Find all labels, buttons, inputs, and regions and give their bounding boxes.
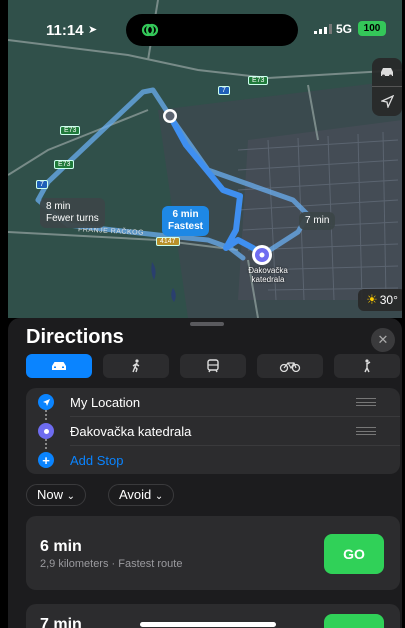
bike-icon (279, 362, 301, 372)
route-label-note: Fastest (168, 221, 204, 232)
mode-drive[interactable] (26, 354, 92, 378)
rideshare-icon (364, 359, 371, 373)
route-label-time: 6 min (172, 209, 199, 220)
status-bar: 11:14 ➤ 5G 100 (8, 0, 402, 54)
add-stop-label: Add Stop (70, 452, 124, 468)
destination-label: Đakovačka katedrala (248, 266, 288, 284)
road-shield: 7 (218, 86, 230, 95)
navigation-activity-icon (141, 23, 159, 37)
route-label-note: Fewer turns (46, 213, 99, 224)
chip-label: Avoid (119, 487, 152, 502)
directions-sheet: Directions ✕ My Location Đakovačka kated… (8, 318, 402, 628)
route-duration: 7 min (40, 616, 82, 628)
road-shield: E73 (54, 160, 75, 169)
route-duration: 6 min (40, 538, 82, 555)
reorder-handle-icon[interactable] (356, 398, 376, 406)
road-shield: E73 (248, 76, 269, 85)
temperature: 30° (379, 293, 398, 307)
car-icon (381, 68, 393, 78)
waypoint-destination[interactable]: Đakovačka katedrala (26, 417, 400, 445)
transit-icon (207, 359, 219, 373)
route-detail: 2,9 kilometers · Fastest route (40, 558, 183, 570)
waypoint-label: Đakovačka katedrala (70, 423, 192, 439)
weather-badge: ☀ 30° (358, 289, 402, 311)
chip-label: Now (37, 487, 64, 502)
mode-rideshare[interactable] (334, 354, 400, 378)
clock: 11:14 (46, 22, 84, 39)
go-button[interactable] (324, 614, 384, 628)
close-button[interactable]: ✕ (371, 328, 395, 352)
waypoint-origin[interactable]: My Location (26, 388, 400, 416)
road-shield: 4147 (156, 237, 180, 246)
mode-cycle[interactable] (257, 354, 323, 378)
transport-modes (26, 354, 400, 380)
waypoint-label: My Location (70, 394, 141, 410)
route-label-fastest[interactable]: 6 min Fastest (162, 206, 210, 236)
sheet-grabber[interactable] (190, 322, 224, 326)
map-controls (372, 58, 402, 116)
location-button[interactable] (372, 87, 402, 116)
road-shield: E73 (60, 126, 81, 135)
go-button[interactable]: GO (324, 534, 384, 574)
plus-icon: + (38, 452, 54, 468)
location-arrow-icon (380, 95, 394, 108)
home-indicator[interactable] (140, 622, 276, 627)
close-icon: ✕ (377, 332, 389, 347)
add-stop-button[interactable]: + Add Stop (26, 446, 400, 474)
route-label-time: 7 min (305, 215, 330, 226)
avoid-chip[interactable]: Avoid ⌄ (108, 484, 175, 506)
location-services-icon: ➤ (88, 24, 98, 36)
battery-indicator: 100 (358, 21, 386, 36)
route-label-alternate-2[interactable]: 7 min (299, 212, 336, 230)
chevron-down-icon: ⌄ (154, 491, 164, 502)
mode-walk[interactable] (103, 354, 169, 378)
signal-icon (314, 24, 332, 37)
network-type: 5G (336, 22, 353, 36)
sheet-title: Directions (26, 326, 124, 348)
mode-transit[interactable] (180, 354, 246, 378)
waypoint-list: My Location Đakovačka katedrala + Add St… (26, 388, 400, 474)
car-icon (52, 362, 66, 370)
location-arrow-icon (38, 394, 54, 410)
route-label-alternate[interactable]: 8 min Fewer turns (40, 198, 105, 228)
walk-icon (132, 359, 140, 373)
destination-pin-icon (38, 423, 54, 439)
chevron-down-icon: ⌄ (66, 491, 76, 502)
road-shield: 7 (36, 180, 48, 189)
reorder-handle-icon[interactable] (356, 427, 376, 435)
route-label-time: 8 min (46, 201, 71, 212)
map-mode-button[interactable] (372, 58, 402, 87)
sun-icon: ☀ (366, 292, 378, 307)
departure-time-chip[interactable]: Now ⌄ (26, 484, 87, 506)
dynamic-island (126, 14, 298, 46)
route-option[interactable]: 6 min 2,9 kilometers · Fastest route GO (26, 516, 400, 590)
